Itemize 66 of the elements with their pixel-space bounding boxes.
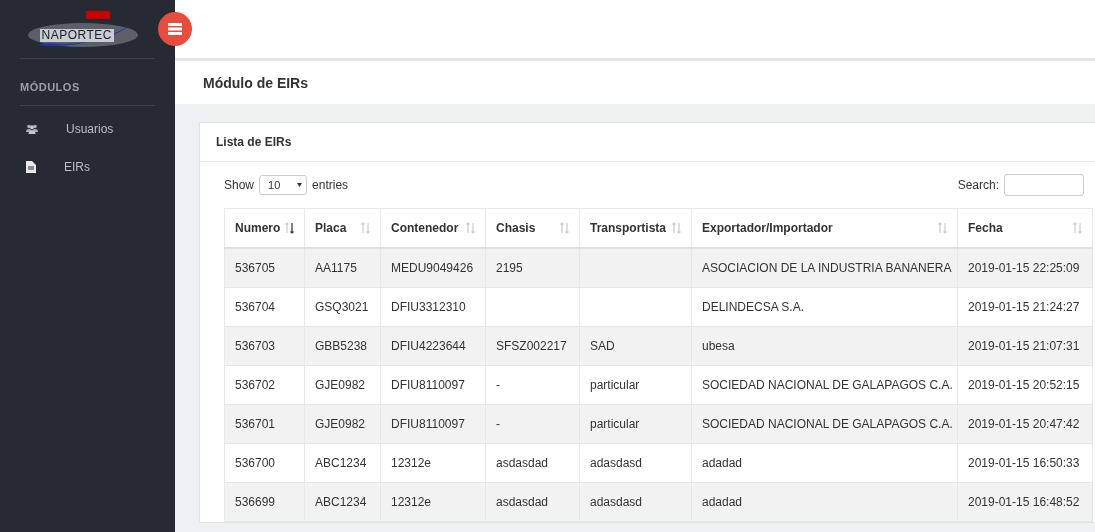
table-cell: 2019-01-15 16:48:52 <box>968 495 1080 509</box>
table-cell: SOCIEDAD NACIONAL DE GALAPAGOS C.A. <box>702 378 953 392</box>
table-cell: 536702 <box>235 378 276 392</box>
table-cell: GSQ3021 <box>315 300 369 314</box>
table-cell: 536701 <box>235 417 276 431</box>
section-title: MÓDULOS <box>20 59 155 106</box>
table-cell: GJE0982 <box>315 417 366 431</box>
sidebar-item[interactable]: EIRs <box>64 160 90 174</box>
document-icon <box>26 161 36 173</box>
table-cell: 2019-01-15 22:25:09 <box>968 261 1080 275</box>
table-cell: ABC1234 <box>315 495 367 509</box>
table-cell: GBB5238 <box>315 339 368 353</box>
table-cell: 536700 <box>235 456 276 470</box>
table-cell: DFIU8110097 <box>391 378 465 392</box>
column-header[interactable]: Fecha <box>968 221 1003 235</box>
table-cell: DELINDECSA S.A. <box>702 300 805 314</box>
entries-label: entries <box>312 178 349 192</box>
search-field[interactable] <box>1004 174 1084 196</box>
table-cell: 536703 <box>235 339 276 353</box>
sort-icon[interactable] <box>285 222 294 234</box>
table-cell: 2019-01-15 20:47:42 <box>968 417 1080 431</box>
table-cell: 2195 <box>496 261 523 275</box>
sidebar-item[interactable]: Usuarios <box>66 122 114 136</box>
show-label: Show <box>224 178 255 192</box>
page-title: Módulo de EIRs <box>175 61 1095 104</box>
table-cell: ABC1234 <box>315 456 367 470</box>
table-cell: 2019-01-15 16:50:33 <box>968 456 1080 470</box>
table-cell: - <box>496 378 500 392</box>
column-header[interactable]: Chasis <box>496 221 536 235</box>
table-cell: particular <box>590 417 640 431</box>
card-title: Lista de EIRs <box>200 123 1095 162</box>
search-label: Search: <box>957 178 999 192</box>
table-cell: - <box>496 417 500 431</box>
table-cell: adadad <box>702 495 743 509</box>
table-cell: asdasdad <box>496 456 549 470</box>
table-cell: SOCIEDAD NACIONAL DE GALAPAGOS C.A. <box>702 417 953 431</box>
table-cell: asdasdad <box>496 495 549 509</box>
table-cell: SAD <box>590 339 615 353</box>
table-cell: particular <box>590 378 640 392</box>
caret-icon <box>297 183 303 187</box>
table-cell: DFIU8110097 <box>391 417 465 431</box>
table-cell: 2019-01-15 21:07:31 <box>968 339 1080 353</box>
table-cell: adasdasd <box>590 456 643 470</box>
table-cell: adadad <box>702 456 743 470</box>
table-cell: SFSZ002217 <box>496 339 567 353</box>
column-header[interactable]: Exportador/Importador <box>702 221 833 235</box>
table-cell: 536699 <box>235 495 276 509</box>
table-cell: 2019-01-15 21:24:27 <box>968 300 1080 314</box>
table-cell: AA1175 <box>315 261 357 275</box>
page-size-select[interactable]: 10 <box>259 175 308 195</box>
table-cell: DFIU3312310 <box>391 300 466 314</box>
table-cell: adasdasd <box>590 495 643 509</box>
table-cell: MEDU9049426 <box>391 261 474 275</box>
column-header[interactable]: Numero <box>235 221 281 235</box>
table-cell: 536704 <box>235 300 276 314</box>
table-cell: 536705 <box>235 261 276 275</box>
menu-icon <box>168 23 182 35</box>
table-cell: 2019-01-15 20:52:15 <box>968 378 1080 392</box>
column-header[interactable]: Placa <box>315 221 347 235</box>
table-cell: GJE0982 <box>315 378 366 392</box>
table-cell: 12312e <box>391 495 432 509</box>
table-cell: ASOCIACION DE LA INDUSTRIA BANANERA <box>702 261 952 275</box>
users-icon <box>26 124 38 134</box>
table-cell: 12312e <box>391 456 432 470</box>
table-cell: ubesa <box>702 339 735 353</box>
table-cell: DFIU4223644 <box>391 339 466 353</box>
